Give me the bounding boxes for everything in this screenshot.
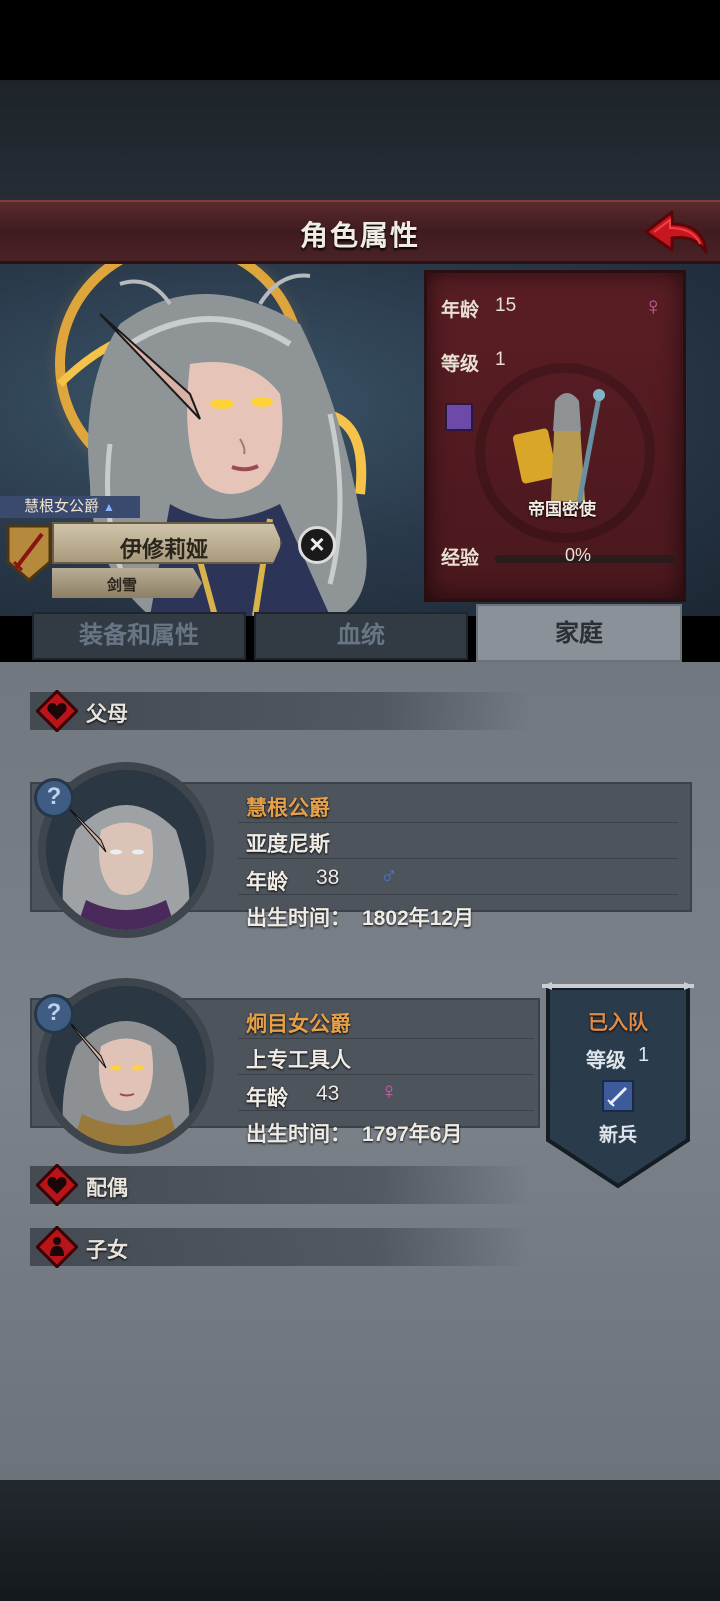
age-value: 15 (495, 295, 517, 316)
member-name: 亚度尼斯 (246, 833, 330, 856)
spouse-section-header: 配偶 (30, 1164, 530, 1206)
member-title: 慧根公爵 (246, 797, 330, 820)
spouse-label: 配偶 (86, 1177, 128, 1200)
female-icon: ♀ (643, 291, 664, 321)
hero-area: 慧根女公爵 ▲ 伊修莉娅 剑雪 × 年龄 15 ♀ 等级 1 帝国密使 经验 0… (0, 264, 720, 616)
divider (238, 894, 678, 895)
divider (238, 1038, 534, 1039)
parent-card-father[interactable]: ? 慧根公爵 亚度尼斯 年龄 38 ♂ 出生时间： 1802年12月 (30, 762, 692, 938)
tab-family[interactable]: 家庭 (476, 604, 682, 662)
exp-label: 经验 (441, 548, 480, 569)
joined-status: 已入队 (588, 1012, 648, 1034)
member-age: 38 (316, 866, 340, 889)
member-birth: 1802年12月 (362, 907, 475, 930)
member-birth-label: 出生时间： (246, 907, 351, 930)
tab-equipment[interactable]: 装备和属性 (32, 612, 246, 660)
question-icon[interactable]: ? (34, 994, 74, 1034)
staff-class-icon[interactable] (445, 403, 473, 431)
member-birth-label: 出生时间： (246, 1123, 351, 1146)
male-icon: ♂ (380, 862, 398, 889)
member-age: 43 (316, 1082, 340, 1105)
stats-panel: 年龄 15 ♀ 等级 1 帝国密使 经验 0% (424, 270, 686, 602)
back-button[interactable] (642, 206, 710, 260)
joined-banner[interactable]: 已入队 等级 1 新兵 (542, 980, 694, 1192)
parents-section-header: 父母 (30, 690, 530, 732)
level-value: 1 (495, 349, 506, 370)
tab-bar: 装备和属性 血统 家庭 (0, 604, 720, 662)
tab-bloodline[interactable]: 血统 (254, 612, 468, 660)
banner-level: 1 (638, 1044, 650, 1066)
children-section-header: 子女 (30, 1226, 530, 1268)
question-icon[interactable]: ? (34, 778, 74, 818)
member-name: 上专工具人 (246, 1049, 351, 1072)
divider (238, 858, 678, 859)
member-birth: 1797年6月 (362, 1123, 463, 1146)
age-label: 年龄 (441, 300, 480, 321)
title-bar: 角色属性 (0, 200, 720, 264)
hero-class: 剑雪 (106, 577, 137, 594)
sword-shield-icon (6, 524, 52, 582)
banner-level-label: 等级 (586, 1050, 626, 1072)
hero-name-plate: 伊修莉娅 (52, 522, 282, 564)
back-arrow-icon (644, 210, 708, 254)
member-age-label: 年龄 (246, 1087, 288, 1110)
divider (238, 1074, 534, 1075)
member-title: 炯目女公爵 (246, 1013, 351, 1036)
close-icon: × (309, 529, 325, 559)
level-label: 等级 (441, 354, 480, 375)
status-bar-area (0, 0, 720, 80)
dismiss-button[interactable]: × (298, 526, 336, 564)
bottom-backdrop (0, 1480, 720, 1601)
upgrade-icon: ▲ (103, 500, 115, 514)
heart-icon (36, 1164, 78, 1206)
children-label: 子女 (86, 1239, 128, 1262)
hero-class-plate: 剑雪 (52, 568, 202, 598)
child-icon (36, 1226, 78, 1268)
top-backdrop (0, 80, 720, 200)
hero-name: 伊修莉娅 (119, 537, 208, 562)
hero-title-text: 慧根女公爵 (24, 498, 100, 515)
hero-title-tag: 慧根女公爵 ▲ (0, 496, 140, 518)
parents-label: 父母 (86, 703, 128, 726)
sword-class-icon (602, 1080, 634, 1112)
member-age-label: 年龄 (246, 871, 288, 894)
divider (238, 822, 678, 823)
unit-figure (512, 389, 605, 504)
unit-name: 帝国密使 (528, 500, 596, 519)
banner-class: 新兵 (598, 1125, 637, 1146)
exp-percent: 0% (565, 545, 592, 565)
female-icon: ♀ (380, 1078, 398, 1105)
heart-icon (36, 690, 78, 732)
page-title: 角色属性 (299, 220, 420, 251)
